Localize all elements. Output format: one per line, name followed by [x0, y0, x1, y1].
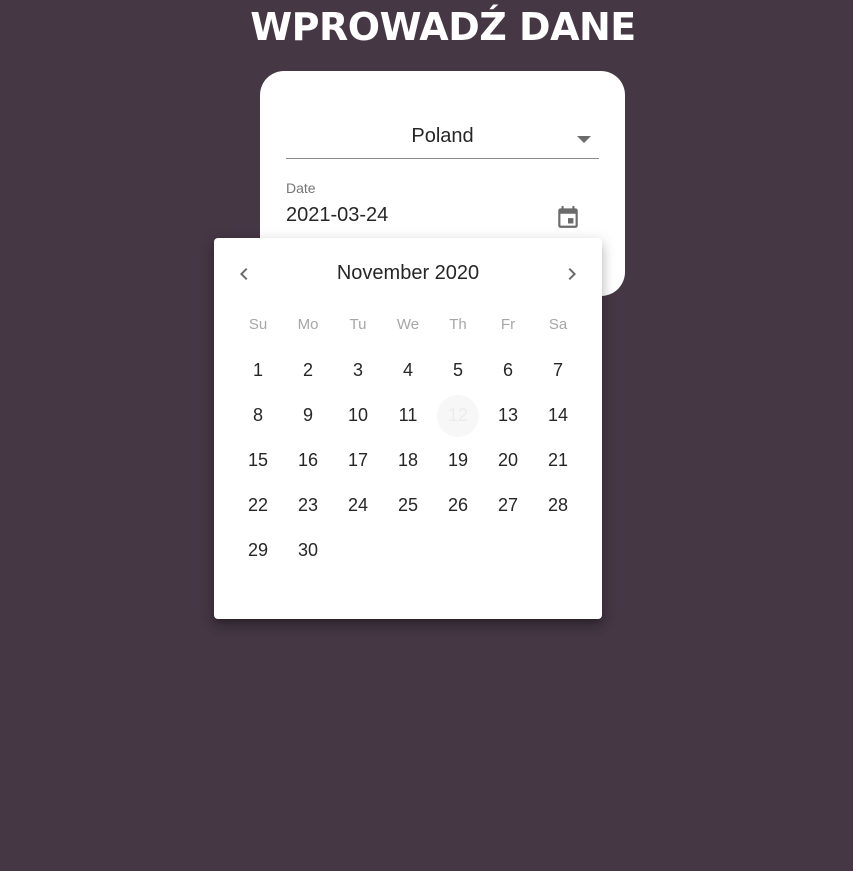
- weekday-label: Tu: [349, 316, 367, 333]
- day-number: 8: [252, 405, 263, 425]
- day-cell[interactable]: 1: [233, 348, 283, 393]
- day-number: 25: [397, 495, 419, 515]
- day-cell[interactable]: 18: [383, 438, 433, 483]
- day-number: 18: [397, 450, 419, 470]
- day-cell[interactable]: 2: [283, 348, 333, 393]
- day-number: 6: [502, 360, 513, 380]
- month-year-label: November 2020: [336, 262, 480, 284]
- day-cell[interactable]: 29: [233, 528, 283, 573]
- day-cell[interactable]: 21: [533, 438, 583, 483]
- day-number: 24: [347, 495, 369, 515]
- day-cell[interactable]: 27: [483, 483, 533, 528]
- weekday-header: Su Mo Tu We Th Fr Sa: [233, 316, 583, 333]
- date-input[interactable]: [286, 204, 526, 227]
- calendar-toggle-button[interactable]: [546, 197, 590, 241]
- day-number: 26: [447, 495, 469, 515]
- day-cell[interactable]: 14: [533, 393, 583, 438]
- day-number: 16: [297, 450, 319, 470]
- day-number: 1: [252, 360, 263, 380]
- day-cell[interactable]: 11: [383, 393, 433, 438]
- day-cell[interactable]: 19: [433, 438, 483, 483]
- day-cell[interactable]: 20: [483, 438, 533, 483]
- day-number: 20: [497, 450, 519, 470]
- weekday-label: Su: [248, 316, 268, 333]
- day-cell[interactable]: 28: [533, 483, 583, 528]
- day-number: 13: [497, 405, 519, 425]
- day-number: 10: [347, 405, 369, 425]
- day-number: 9: [302, 405, 313, 425]
- day-number: 27: [497, 495, 519, 515]
- day-cell[interactable]: 26: [433, 483, 483, 528]
- day-cell[interactable]: 15: [233, 438, 283, 483]
- day-number: 11: [398, 405, 418, 425]
- day-cell[interactable]: 30: [283, 528, 333, 573]
- day-cell[interactable]: 25: [383, 483, 433, 528]
- day-cell[interactable]: 16: [283, 438, 333, 483]
- weekday-label: Th: [449, 316, 467, 333]
- day-cell[interactable]: 17: [333, 438, 383, 483]
- next-month-button[interactable]: [554, 256, 590, 292]
- day-number: 15: [247, 450, 269, 470]
- chevron-right-icon: [568, 268, 576, 280]
- day-number: 7: [552, 360, 563, 380]
- day-number: 2: [302, 360, 313, 380]
- day-cell[interactable]: 6: [483, 348, 533, 393]
- day-number: 5: [452, 360, 463, 380]
- day-number: 22: [247, 495, 269, 515]
- day-number: 28: [547, 495, 569, 515]
- day-number: 14: [547, 405, 569, 425]
- day-number: 30: [297, 540, 319, 560]
- day-number: 4: [402, 360, 413, 380]
- day-cell[interactable]: 9: [283, 393, 333, 438]
- weekday-label: Sa: [548, 316, 568, 333]
- weekday-label: We: [396, 316, 420, 333]
- day-number: 23: [297, 495, 319, 515]
- day-cell[interactable]: 13: [483, 393, 533, 438]
- day-cell[interactable]: 23: [283, 483, 333, 528]
- day-number: 21: [547, 450, 569, 470]
- day-number: 19: [447, 450, 469, 470]
- day-number: 12: [437, 394, 479, 437]
- country-select-value: Poland: [411, 125, 474, 147]
- day-cell[interactable]: 4: [383, 348, 433, 393]
- page-title: WPROWADŹ DANE: [250, 5, 636, 49]
- calendar-icon: [558, 206, 578, 228]
- day-number: 17: [347, 450, 369, 470]
- date-picker-popup: November 2020 Su Mo Tu We Th Fr Sa 12345…: [214, 238, 602, 619]
- day-number: 29: [247, 540, 269, 560]
- day-cell[interactable]: 8: [233, 393, 283, 438]
- date-label: Date: [286, 180, 316, 196]
- country-select[interactable]: Poland: [286, 117, 599, 159]
- day-cell[interactable]: 7: [533, 348, 583, 393]
- day-grid: 1 2 3 4 5 6 7 8 9 10 11 12 13 14 15 16 17 18 19 20 21 22 23 24 2…: [233, 348, 583, 573]
- day-cell[interactable]: 22: [233, 483, 283, 528]
- weekday-label: Mo: [297, 316, 319, 333]
- day-cell[interactable]: 10: [333, 393, 383, 438]
- day-cell[interactable]: 24: [333, 483, 383, 528]
- day-cell-today[interactable]: 12: [433, 393, 483, 438]
- day-cell[interactable]: 5: [433, 348, 483, 393]
- day-cell[interactable]: 3: [333, 348, 383, 393]
- arrow-drop-down-icon: [577, 136, 591, 143]
- day-number: 3: [352, 360, 363, 380]
- weekday-label: Fr: [500, 316, 516, 333]
